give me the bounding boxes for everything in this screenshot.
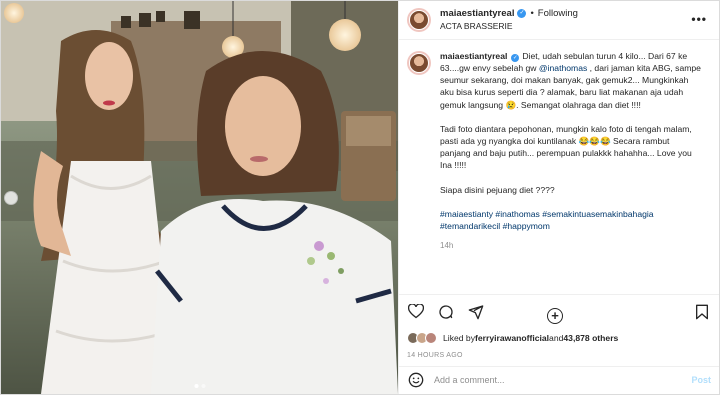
carousel-dot-active [194, 384, 198, 388]
post-actions: Liked by ferryirawanofficial and 43,878 … [399, 293, 719, 366]
comment-icon[interactable] [437, 303, 455, 321]
likes-prefix: Liked by [443, 332, 476, 343]
comment-form: Post [399, 365, 719, 394]
plus-circle-icon[interactable]: + [547, 307, 563, 324]
post-comment-button[interactable]: Post [691, 375, 711, 385]
photo-illustration [1, 1, 398, 394]
bookmark-icon[interactable] [693, 303, 711, 321]
avatar[interactable] [407, 7, 431, 32]
comment-input[interactable] [434, 375, 692, 386]
mention-link[interactable]: @inathomas [539, 63, 587, 73]
previous-photo-button[interactable] [4, 191, 18, 205]
hashtag-link[interactable]: #happymom [503, 221, 550, 231]
likes-count-link[interactable]: 43,878 others [563, 333, 618, 343]
caption-timestamp: 14h [440, 241, 454, 251]
username-link[interactable]: maiaestiantyreal [440, 8, 514, 20]
liker-avatars [407, 331, 437, 344]
comments-section: maiaestiantyreal ✓ Diet, udah sebulan turu… [399, 40, 719, 324]
hashtags: #maiaestianty #inathomas #semakintuasema… [440, 208, 702, 232]
verified-badge-icon: ✓ [517, 9, 527, 19]
share-icon[interactable] [467, 303, 485, 321]
caption-paragraph-3: Siapa disini pejuang diet ???? [440, 184, 555, 195]
more-options-icon[interactable]: ••• [691, 12, 707, 26]
post-date: 14 HOURS AGO [407, 351, 463, 359]
separator-dot: • [530, 7, 534, 19]
hashtag-link[interactable]: #semakintuasemakinbahagia [542, 209, 653, 219]
likes-and: and [549, 332, 564, 343]
caption-paragraph-2: Tadi foto diantara pepohonan, mungkin ka… [440, 123, 692, 171]
verified-badge-icon: ✓ [511, 53, 520, 62]
heart-icon[interactable] [407, 303, 425, 321]
caption: maiaestiantyreal ✓ Diet, udah sebulan turu… [407, 50, 711, 253]
carousel-indicator [194, 384, 205, 388]
likes-summary: Liked by ferryirawanofficial and 43,878 … [407, 329, 711, 347]
avatar[interactable] [407, 50, 431, 75]
post-header: maiaestiantyreal ✓ • Following ACTA BRAS… [399, 1, 719, 40]
avatar[interactable] [425, 331, 437, 344]
instagram-post: maiaestiantyreal ✓ • Following ACTA BRAS… [0, 0, 720, 395]
hashtag-link[interactable]: #maiaestianty [440, 209, 493, 219]
caption-text: maiaestiantyreal ✓ Diet, udah sebulan turu… [440, 50, 702, 253]
liker-username-link[interactable]: ferryirawanofficial [475, 333, 549, 343]
following-button[interactable]: Following [538, 8, 578, 20]
post-side-panel: maiaestiantyreal ✓ • Following ACTA BRAS… [398, 1, 719, 394]
hashtag-link[interactable]: #temandarikecil [440, 221, 500, 231]
location-link[interactable]: ACTA BRASSERIE [440, 20, 578, 32]
caption-username-link[interactable]: maiaestiantyreal [440, 51, 507, 61]
emoji-icon[interactable] [407, 371, 425, 389]
post-photo[interactable] [1, 1, 398, 394]
carousel-dot [201, 384, 205, 388]
hashtag-link[interactable]: #inathomas [495, 209, 539, 219]
